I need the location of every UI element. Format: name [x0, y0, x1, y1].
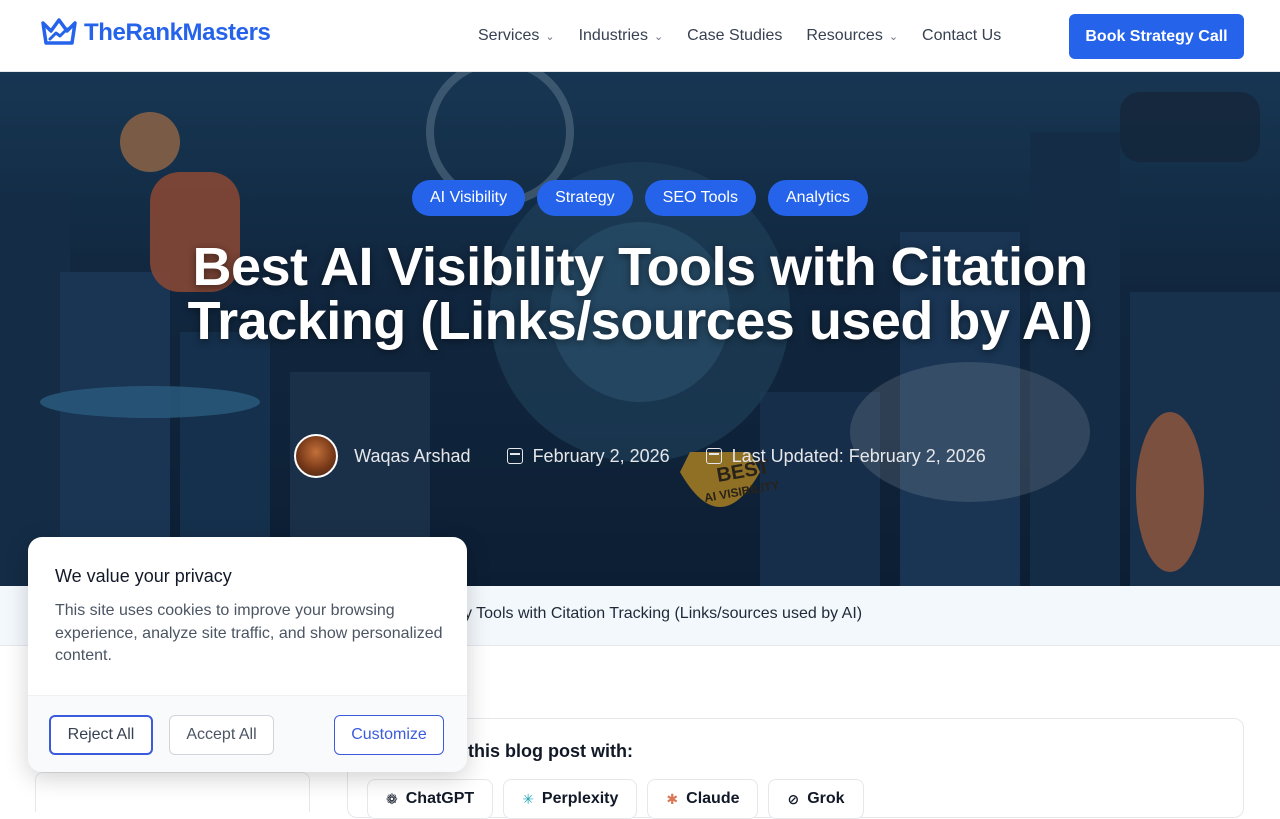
nav-resources-label: Resources [806, 27, 883, 44]
article-title: Best AI Visibility Tools with Citation T… [187, 237, 1093, 351]
nav-resources[interactable]: Resources ⌄ [806, 27, 898, 45]
summarize-perplexity-button[interactable]: ✳ Perplexity [503, 779, 638, 819]
author-name[interactable]: Waqas Arshad [354, 446, 470, 467]
calendar-icon [506, 448, 523, 464]
nav-case-studies-label: Case Studies [687, 27, 783, 44]
ai-tool-list: ❁ ChatGPT ✳ Perplexity ✱ Claude ⊘ Grok [367, 779, 864, 819]
tag-strategy[interactable]: Strategy [537, 180, 633, 216]
tag-seo-tools[interactable]: SEO Tools [644, 180, 756, 216]
breadcrumb-current: y Tools with Citation Tracking (Links/so… [464, 605, 863, 622]
cookie-body: This site uses cookies to improve your b… [55, 602, 443, 664]
summarize-chatgpt-button[interactable]: ❁ ChatGPT [367, 779, 494, 819]
cookie-consent-dialog: We value your privacy This site uses coo… [28, 537, 467, 772]
brand-logo[interactable]: TheRankMasters [40, 17, 271, 49]
nav-contact-label: Contact Us [922, 27, 1002, 44]
crown-icon [41, 18, 77, 45]
chatgpt-icon: ❁ [386, 790, 398, 807]
summarize-grok-button[interactable]: ⊘ Grok [768, 779, 864, 819]
calendar-icon [705, 448, 722, 464]
chevron-down-icon: ⌄ [653, 30, 664, 43]
grok-label: Grok [807, 790, 845, 807]
nav-industries-label: Industries [578, 27, 648, 44]
claude-icon: ✱ [666, 790, 679, 807]
perplexity-label: Perplexity [541, 790, 619, 807]
accept-all-button[interactable]: Accept All [169, 715, 274, 755]
grok-icon: ⊘ [787, 790, 800, 807]
cookie-title: We value your privacy [55, 566, 232, 586]
published-date: February 2, 2026 [506, 445, 670, 467]
updated-date: Last Updated: February 2, 2026 [705, 445, 986, 467]
nav-contact-us[interactable]: Contact Us [922, 27, 1001, 45]
claude-label: Claude [686, 790, 740, 807]
hero-section: BEST AI VISIBILITY AI Visibility Strateg… [0, 72, 1280, 586]
cookie-actions: Reject All Accept All Customize [28, 695, 467, 772]
tag-ai-visibility[interactable]: AI Visibility [412, 180, 526, 216]
chevron-down-icon: ⌄ [545, 30, 555, 43]
published-date-text: February 2, 2026 [532, 445, 670, 466]
nav-case-studies[interactable]: Case Studies [687, 27, 782, 45]
chatgpt-label: ChatGPT [405, 790, 475, 807]
tag-list: AI Visibility Strategy SEO Tools Analyti… [0, 180, 1280, 216]
summarize-claude-button[interactable]: ✱ Claude [647, 779, 759, 819]
perplexity-icon: ✳ [522, 790, 534, 807]
summarize-label: this blog post with: [468, 741, 633, 761]
table-of-contents [35, 772, 310, 812]
article-meta: Waqas Arshad February 2, 2026 Last Updat… [0, 434, 1280, 478]
nav-services-label: Services [478, 27, 540, 44]
top-navbar: TheRankMasters Services ⌄ Industries ⌄ C… [0, 0, 1280, 72]
updated-date-text: Last Updated: February 2, 2026 [731, 445, 986, 466]
nav-services[interactable]: Services ⌄ [478, 27, 555, 45]
customize-button[interactable]: Customize [334, 715, 444, 755]
brand-name: TheRankMasters [84, 19, 271, 46]
tag-analytics[interactable]: Analytics [767, 180, 868, 216]
chevron-down-icon: ⌄ [888, 30, 899, 43]
book-strategy-call-button[interactable]: Book Strategy Call [1069, 14, 1244, 59]
main-menu: Services ⌄ Industries ⌄ Case Studies Res… [466, 0, 1013, 72]
author-avatar[interactable] [294, 434, 339, 478]
nav-industries[interactable]: Industries ⌄ [579, 27, 664, 45]
reject-all-button[interactable]: Reject All [49, 715, 153, 755]
